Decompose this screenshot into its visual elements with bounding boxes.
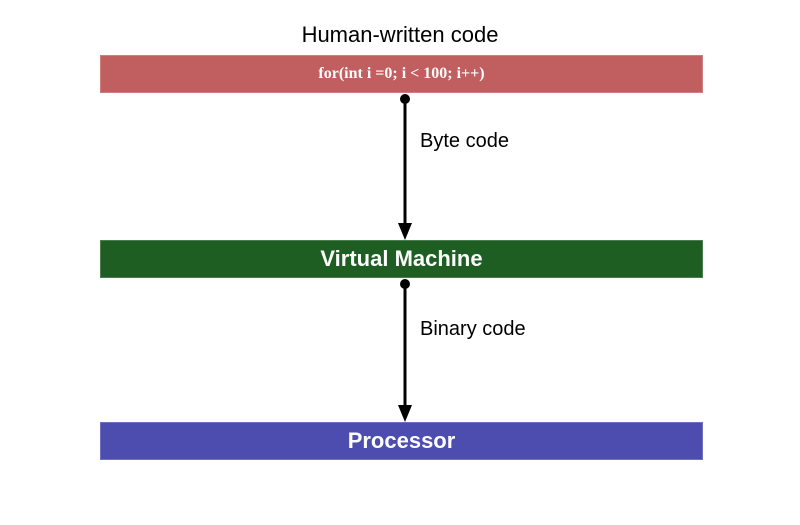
arrow1-label: Byte code xyxy=(420,130,509,153)
arrow-vm-to-proc xyxy=(395,278,415,422)
arrow2-label: Binary code xyxy=(420,318,526,341)
vm-box: Virtual Machine xyxy=(100,240,703,278)
arrow-code-to-vm xyxy=(395,93,415,240)
processor-box-text: Processor xyxy=(348,428,456,454)
diagram-title: Human-written code xyxy=(302,22,499,48)
code-box-text: for(int i =0; i < 100; i++) xyxy=(318,65,484,83)
processor-box: Processor xyxy=(100,422,703,460)
vm-box-text: Virtual Machine xyxy=(320,246,482,272)
code-box: for(int i =0; i < 100; i++) xyxy=(100,55,703,93)
